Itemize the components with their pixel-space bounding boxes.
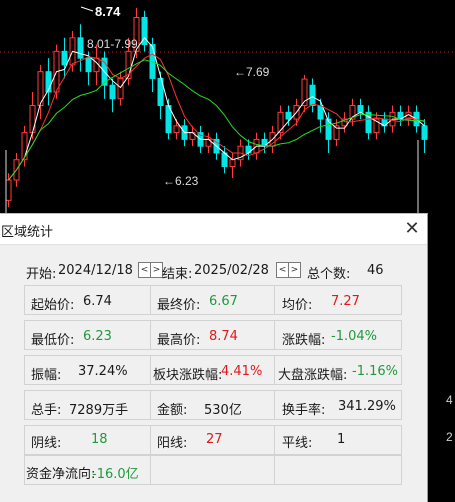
candle-down [421, 125, 428, 140]
amplitude-value: 37.24% [78, 364, 128, 379]
market-change-label: 大盘涨跌幅: [278, 368, 348, 383]
candle-down [85, 57, 92, 73]
close-price-label: 最终价: [157, 298, 201, 313]
down-candles-label: 阴线: [31, 436, 62, 451]
low-price-label: ←6.23 [163, 174, 199, 188]
close-icon[interactable]: ✕ [402, 218, 422, 240]
change-pct-value: -1.04% [331, 329, 377, 344]
turnover-value: 341.29% [338, 399, 396, 414]
avg-price-value: 7.27 [331, 294, 360, 309]
ma-red-line [8, 53, 425, 181]
sector-change-label: 板块涨跌幅: [153, 368, 223, 383]
flat-candles-label: 平线: [282, 436, 313, 451]
candle-down [325, 118, 332, 140]
stat-cell [274, 455, 402, 485]
amount-label: 金额: [157, 403, 188, 418]
candles-group [5, 8, 428, 208]
high-price-stat-label: 最高价: [157, 333, 201, 348]
start-label: 开始: [26, 267, 57, 282]
market-change-value: -1.16% [352, 364, 398, 379]
end-next-button[interactable]: > [288, 262, 301, 278]
count-label: 总个数: [307, 267, 351, 282]
mid-price-label: ←7.69 [234, 65, 270, 79]
turnover-label: 换手率: [282, 403, 326, 418]
close-price-value: 6.67 [209, 294, 238, 309]
candle-up [277, 111, 284, 134]
range-statistics-dialog: 区域统计 ✕ 开始: 2024/12/18 < > 结束: 2025/02/28… [0, 213, 428, 502]
open-price-label: 起始价: [31, 298, 75, 313]
high-price-label: 8.74 [95, 4, 121, 19]
open-price-value: 6.74 [83, 294, 112, 309]
candle-down [357, 105, 364, 113]
high-price-value: 8.74 [209, 329, 238, 344]
up-candles-label: 阳线: [157, 436, 188, 451]
candle-up [21, 132, 28, 161]
candle-up [229, 159, 236, 167]
net-flow-label: 资金净流向: [26, 467, 96, 482]
candle-up [5, 179, 12, 201]
dialog-title-bar[interactable]: 区域统计 ✕ [0, 214, 427, 245]
volume-value: 7289万手 [69, 403, 129, 418]
volume-label: 总手: [31, 403, 62, 418]
start-date: 2024/12/18 [58, 263, 133, 278]
end-date: 2025/02/28 [194, 263, 269, 278]
net-flow-value: -16.0亿 [92, 467, 139, 482]
sector-change-value: 4.41% [221, 364, 263, 379]
candle-down [309, 84, 316, 107]
low-price-value: 6.23 [83, 329, 112, 344]
candle-up [117, 77, 124, 100]
stat-cell [150, 455, 275, 485]
end-label: 结束: [162, 267, 193, 282]
change-pct-label: 涨跌幅: [282, 333, 326, 348]
candle-down [317, 105, 324, 120]
amplitude-label: 振幅: [31, 368, 62, 383]
right-axis-tick: 2 [446, 430, 453, 444]
up-candles-value: 27 [206, 432, 223, 447]
right-axis-tick: 4 [446, 393, 453, 407]
candle-up [173, 125, 180, 134]
dialog-title: 区域统计 [1, 225, 54, 240]
amount-value: 530亿 [204, 403, 242, 418]
flat-candles-value: 1 [337, 432, 346, 447]
avg-price-label: 均价: [282, 298, 313, 313]
range-label: 8.01-7.99 [87, 37, 138, 51]
down-candles-value: 18 [91, 432, 108, 447]
candle-down [77, 37, 84, 59]
candle-up [29, 105, 36, 134]
candle-down [109, 84, 116, 100]
candle-down [61, 50, 68, 66]
candle-down [285, 111, 292, 120]
low-price-label: 最低价: [31, 333, 75, 348]
high-price-arrow [80, 6, 94, 12]
count-value: 46 [367, 263, 384, 278]
